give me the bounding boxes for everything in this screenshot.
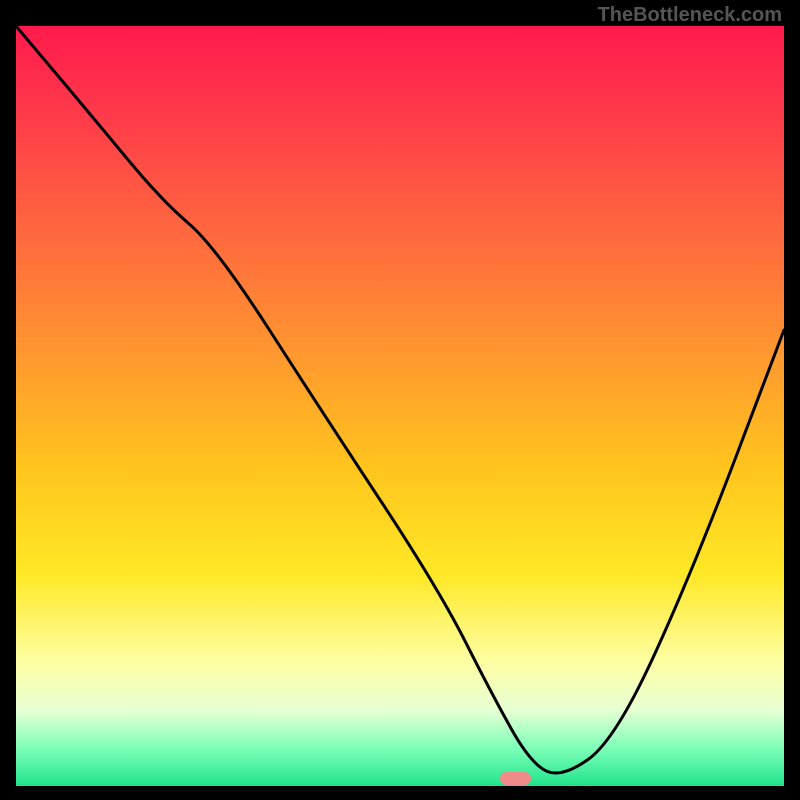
optimal-marker [500, 772, 531, 786]
watermark-text: TheBottleneck.com [598, 4, 782, 27]
chart-plot-area [16, 26, 784, 786]
bottleneck-curve [16, 26, 784, 786]
